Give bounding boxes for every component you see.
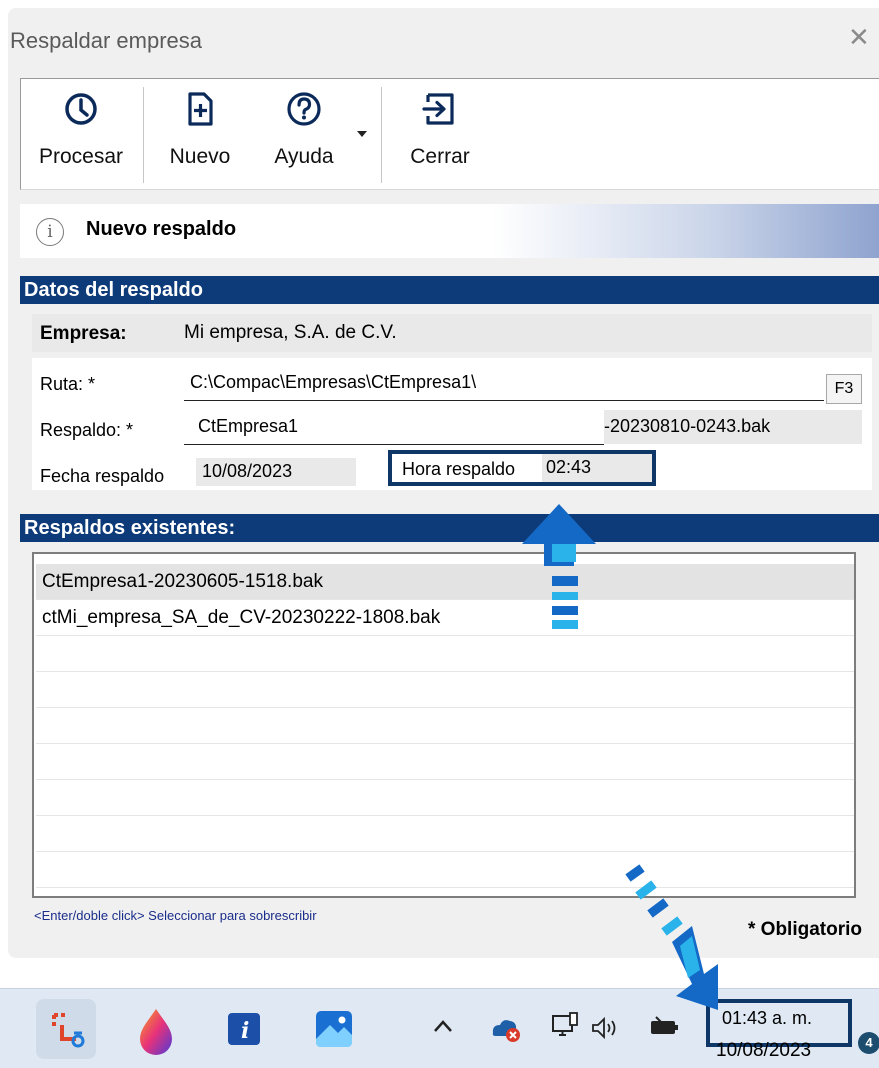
nuevo-button[interactable]: Nuevo bbox=[157, 89, 243, 169]
list-row-empty bbox=[36, 744, 854, 780]
cerrar-label: Cerrar bbox=[410, 145, 470, 168]
respaldo-suffix: -20230810-0243.bak bbox=[604, 416, 771, 436]
info-app-icon[interactable]: i bbox=[214, 999, 274, 1059]
empresa-row: Empresa: Mi empresa, S.A. de C.V. bbox=[32, 314, 872, 352]
ayuda-label: Ayuda bbox=[274, 145, 334, 168]
list-item[interactable]: ctMi_empresa_SA_de_CV-20230222-1808.bak bbox=[36, 600, 854, 636]
new-document-icon bbox=[188, 92, 213, 126]
hora-highlight-frame: Hora respaldo 02:43 bbox=[388, 450, 656, 486]
arrow-up-annotation bbox=[522, 504, 596, 629]
datos-section-header: Datos del respaldo bbox=[20, 276, 879, 304]
chevron-up-icon[interactable] bbox=[432, 1017, 454, 1035]
close-icon[interactable]: ✕ bbox=[848, 22, 870, 53]
list-row-empty bbox=[36, 708, 854, 744]
fecha-value: 10/08/2023 bbox=[202, 461, 293, 481]
respaldo-label: Respaldo: * bbox=[40, 420, 134, 440]
respaldo-field[interactable]: CtEmpresa1 bbox=[198, 416, 298, 437]
fecha-box: 10/08/2023 bbox=[196, 458, 356, 486]
ruta-underline bbox=[184, 400, 824, 401]
procesar-button[interactable]: Procesar bbox=[31, 89, 131, 169]
info-title: Nuevo respaldo bbox=[86, 218, 237, 240]
backups-list[interactable]: CtEmpresa1-20230605-1518.bak ctMi_empres… bbox=[32, 552, 856, 898]
chevron-down-icon[interactable] bbox=[355, 129, 369, 139]
info-icon: i bbox=[36, 218, 64, 246]
nuevo-label: Nuevo bbox=[169, 145, 231, 168]
toolbar-divider bbox=[381, 87, 382, 183]
arrow-diagonal-annotation bbox=[625, 864, 718, 1010]
svg-text:i: i bbox=[241, 1018, 249, 1044]
existentes-section-header: Respaldos existentes: bbox=[20, 514, 879, 542]
onedrive-error-icon[interactable] bbox=[488, 1013, 522, 1043]
procesar-label: Procesar bbox=[38, 145, 124, 168]
info-bar: i Nuevo respaldo bbox=[20, 204, 879, 258]
toolbar: Procesar Nuevo Ayuda Cerrar bbox=[20, 78, 879, 190]
title-bar: Respaldar empresa ✕ bbox=[8, 8, 879, 70]
empresa-label: Empresa: bbox=[40, 323, 127, 344]
f3-browse-button[interactable]: F3 bbox=[826, 374, 862, 404]
required-note: * Obligatorio bbox=[748, 919, 862, 940]
list-row-empty bbox=[36, 816, 854, 852]
snipping-tool-icon[interactable] bbox=[36, 999, 96, 1059]
taskbar-clock-date[interactable]: 10/08/2023 bbox=[716, 1040, 811, 1062]
cerrar-button[interactable]: Cerrar bbox=[395, 89, 485, 169]
exit-icon bbox=[422, 93, 454, 125]
empresa-value: Mi empresa, S.A. de C.V. bbox=[184, 322, 397, 343]
help-icon bbox=[287, 92, 321, 126]
ruta-field[interactable]: C:\Compac\Empresas\CtEmpresa1\ bbox=[190, 372, 476, 393]
list-row-empty bbox=[36, 636, 854, 672]
respaldo-suffix-box: -20230810-0243.bak bbox=[604, 410, 862, 444]
window-title: Respaldar empresa bbox=[10, 28, 202, 53]
photos-icon[interactable] bbox=[304, 999, 364, 1059]
network-icon[interactable] bbox=[550, 1011, 580, 1045]
backup-dialog: Respaldar empresa ✕ Procesar Nuevo Ayuda… bbox=[8, 8, 879, 958]
desktop-gap bbox=[0, 958, 879, 988]
fecha-label: Fecha respaldo bbox=[40, 466, 165, 486]
hora-label: Hora respaldo bbox=[402, 459, 516, 479]
hora-value: 02:43 bbox=[546, 457, 592, 477]
toolbar-divider bbox=[143, 87, 144, 183]
list-row-empty bbox=[36, 780, 854, 816]
backup-form: Ruta: * C:\Compac\Empresas\CtEmpresa1\ F… bbox=[32, 358, 872, 490]
list-item[interactable]: CtEmpresa1-20230605-1518.bak bbox=[36, 564, 854, 600]
list-row-empty bbox=[36, 672, 854, 708]
list-hint: <Enter/doble click> Seleccionar para sob… bbox=[34, 908, 317, 923]
clock-icon bbox=[65, 93, 97, 125]
ruta-label: Ruta: * bbox=[40, 374, 96, 394]
paint-drop-icon[interactable] bbox=[126, 999, 186, 1059]
ayuda-button[interactable]: Ayuda bbox=[257, 89, 351, 169]
respaldo-underline bbox=[184, 444, 604, 445]
notification-badge[interactable]: 4 bbox=[858, 1032, 879, 1054]
hora-box: 02:43 bbox=[542, 454, 652, 482]
